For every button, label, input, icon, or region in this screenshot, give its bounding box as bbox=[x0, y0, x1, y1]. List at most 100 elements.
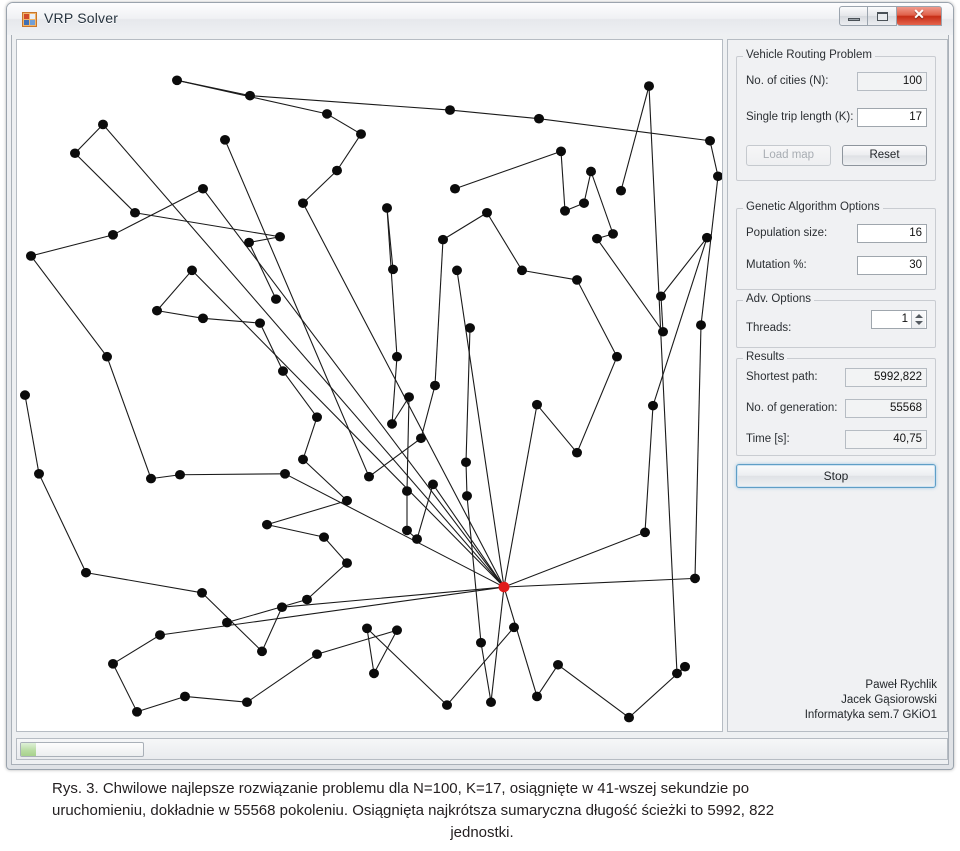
time-label: Time [s]: bbox=[746, 433, 790, 445]
mutation-field[interactable]: 30 bbox=[857, 256, 927, 275]
route-map-canvas[interactable] bbox=[16, 39, 723, 732]
city-node bbox=[152, 305, 162, 316]
route-edge bbox=[202, 188, 505, 588]
caption-line-3: jednostki. bbox=[450, 824, 514, 841]
route-graph bbox=[20, 75, 722, 723]
city-node bbox=[332, 165, 342, 176]
reset-button[interactable]: Reset bbox=[842, 145, 927, 166]
city-node bbox=[198, 313, 208, 324]
city-node bbox=[356, 129, 366, 139]
city-node bbox=[672, 668, 682, 679]
city-node bbox=[146, 473, 156, 484]
city-node bbox=[648, 400, 658, 411]
route-edge bbox=[420, 385, 436, 439]
city-node bbox=[624, 712, 634, 723]
city-node bbox=[342, 495, 352, 506]
city-node bbox=[322, 109, 332, 119]
city-node bbox=[402, 525, 412, 536]
city-node bbox=[404, 392, 414, 402]
city-node bbox=[402, 486, 412, 496]
city-node bbox=[187, 265, 197, 276]
route-edge bbox=[503, 531, 646, 588]
options-panel: Vehicle Routing Problem No. of cities (N… bbox=[727, 39, 948, 732]
spinner-down-icon[interactable] bbox=[915, 321, 923, 325]
city-node bbox=[696, 320, 706, 330]
city-node bbox=[553, 659, 563, 670]
route-edge bbox=[74, 152, 136, 214]
minimize-icon bbox=[848, 18, 860, 21]
stop-button[interactable]: Stop bbox=[736, 464, 936, 488]
population-size-field[interactable]: 16 bbox=[857, 224, 927, 243]
route-edge bbox=[442, 212, 488, 241]
city-node bbox=[616, 185, 626, 196]
vrp-group: Vehicle Routing Problem No. of cities (N… bbox=[736, 49, 936, 181]
city-node bbox=[277, 602, 287, 612]
city-node bbox=[392, 351, 402, 362]
city-node bbox=[658, 326, 668, 337]
route-edge bbox=[456, 270, 505, 588]
close-icon: ✕ bbox=[913, 8, 925, 23]
city-node bbox=[532, 691, 542, 702]
route-edge bbox=[284, 473, 505, 588]
city-node bbox=[465, 323, 475, 333]
city-node bbox=[20, 390, 30, 400]
shortest-path-value: 5992,822 bbox=[845, 368, 927, 387]
maximize-button[interactable] bbox=[868, 6, 897, 26]
route-edge bbox=[454, 150, 562, 190]
city-node bbox=[532, 399, 542, 410]
route-edge bbox=[266, 524, 325, 538]
route-edge bbox=[159, 586, 505, 636]
city-node bbox=[690, 573, 700, 584]
city-node bbox=[586, 166, 596, 177]
city-node bbox=[438, 234, 448, 245]
city-node bbox=[98, 119, 108, 130]
depot-layer bbox=[498, 581, 510, 593]
depot-node bbox=[498, 581, 510, 593]
city-node bbox=[298, 454, 308, 465]
threads-spinner[interactable] bbox=[911, 311, 925, 328]
progress-bar bbox=[20, 742, 144, 757]
route-edge bbox=[24, 395, 40, 474]
route-edge bbox=[302, 417, 318, 460]
route-edge bbox=[660, 296, 664, 332]
route-edge bbox=[620, 85, 650, 191]
adv-group: Adv. Options Threads: 1 bbox=[736, 293, 936, 348]
city-node bbox=[280, 468, 290, 479]
mutation-label: Mutation %: bbox=[746, 259, 807, 271]
city-node bbox=[644, 81, 654, 91]
city-node bbox=[155, 630, 165, 640]
city-node bbox=[312, 649, 322, 660]
trip-length-field[interactable]: 17 bbox=[857, 108, 927, 127]
route-edge bbox=[449, 109, 540, 120]
route-edge bbox=[336, 133, 362, 171]
route-edge bbox=[179, 473, 286, 476]
load-map-button[interactable]: Load map bbox=[746, 145, 831, 166]
city-node bbox=[312, 412, 322, 422]
city-node bbox=[278, 366, 288, 376]
city-node bbox=[108, 230, 118, 240]
route-edge bbox=[102, 124, 505, 588]
cities-label: No. of cities (N): bbox=[746, 75, 829, 87]
route-edge bbox=[465, 462, 468, 496]
route-edge bbox=[366, 628, 375, 674]
city-node bbox=[319, 532, 329, 542]
city-node bbox=[275, 231, 285, 242]
minimize-button[interactable] bbox=[839, 6, 868, 26]
ga-group-title: Genetic Algorithm Options bbox=[743, 201, 883, 213]
route-edge bbox=[576, 279, 618, 357]
node-layer bbox=[20, 75, 722, 723]
city-node bbox=[255, 318, 265, 328]
title-bar[interactable]: VRP Solver ✕ bbox=[7, 3, 953, 35]
spinner-up-icon[interactable] bbox=[915, 314, 923, 318]
window-title: VRP Solver bbox=[44, 10, 119, 26]
city-node bbox=[656, 291, 666, 302]
route-edge bbox=[281, 586, 505, 608]
cities-field[interactable]: 100 bbox=[857, 72, 927, 91]
route-edge bbox=[112, 634, 161, 665]
close-button[interactable]: ✕ bbox=[897, 6, 942, 26]
city-node bbox=[476, 637, 486, 648]
city-node bbox=[392, 625, 402, 636]
city-node bbox=[442, 700, 452, 710]
city-node bbox=[81, 567, 91, 578]
route-edge bbox=[224, 139, 370, 477]
